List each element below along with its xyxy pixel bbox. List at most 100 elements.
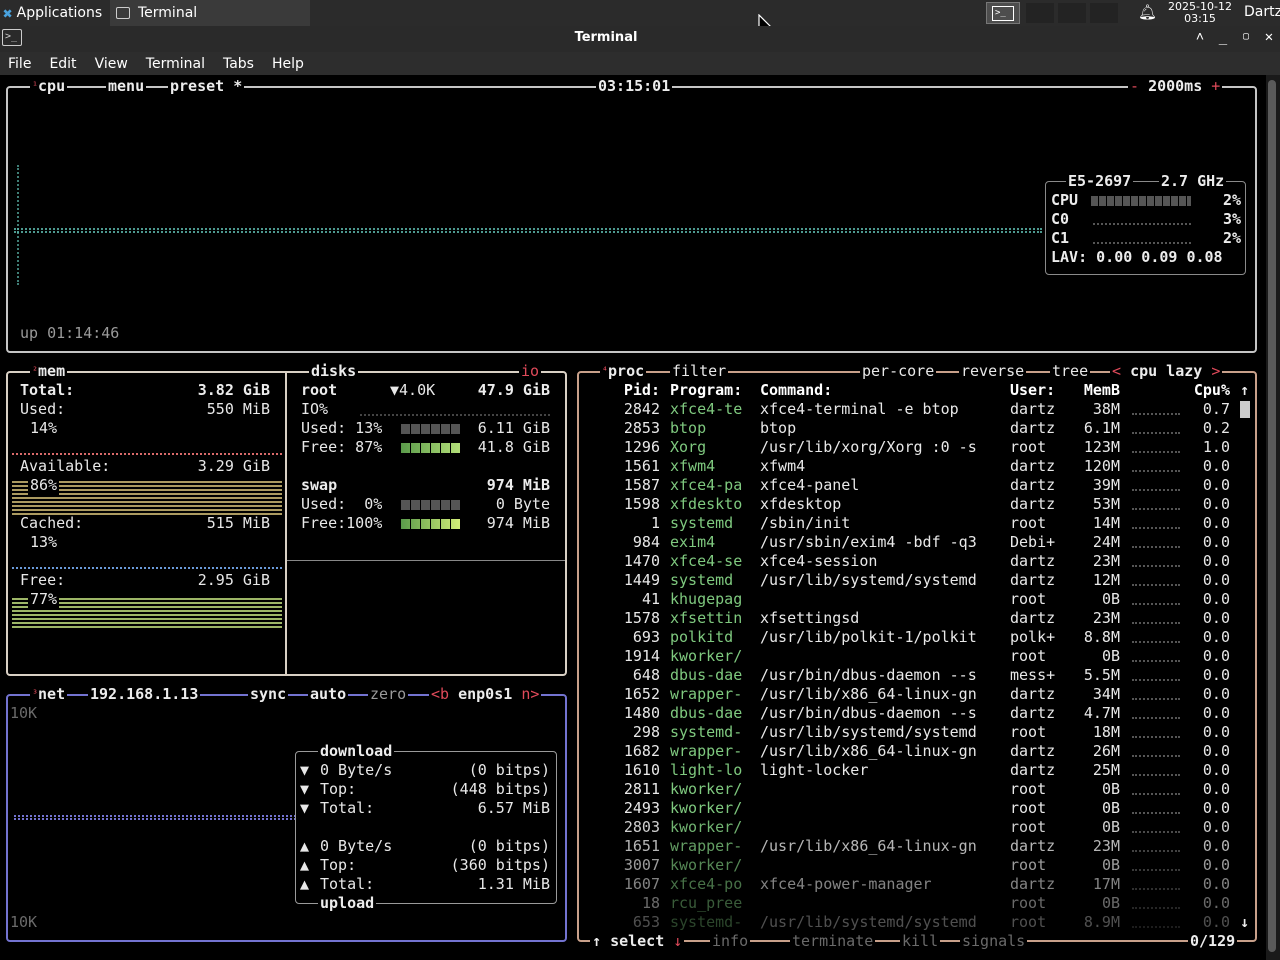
proc-program: dbus-dae [670,666,743,684]
proc-command: xfce4-panel [760,476,860,494]
proc-scroll-up-icon[interactable]: ↑ [1240,381,1249,400]
mem-total-label: Total: [20,381,75,399]
workspace-2[interactable] [1026,3,1054,23]
menu-bar: File Edit View Terminal Tabs Help [0,52,1280,75]
download-stat-value: (448 bitps) [450,780,550,798]
disk-root-label: root [301,381,338,399]
panel-clock[interactable]: 2025-10-12 03:15 [1160,1,1240,25]
proc-mem: 4.7M [1083,704,1120,722]
proc-cpu-graph [1132,527,1180,529]
proc-scroll-down-icon[interactable]: ↓ [1240,913,1249,932]
swap-free-label: Free:100% [301,514,383,532]
mem-disks-divider [285,373,287,674]
applications-label: Applications [16,5,103,21]
cpu-menu-button[interactable]: menu [106,77,147,96]
disks-io-toggle[interactable]: io [519,362,542,381]
swap-size: 974 MiB [486,476,550,494]
proc-kill-button[interactable]: kill [900,932,941,951]
proc-tree-toggle[interactable]: tree [1050,362,1091,381]
net-box-title[interactable]: ³net [30,685,68,704]
proc-cpu-graph [1132,660,1180,662]
proc-cpu-graph [1132,755,1180,757]
workspace-3[interactable] [1058,3,1086,23]
proc-terminate-button[interactable]: terminate [790,932,876,951]
col-user[interactable]: User: [1010,381,1055,400]
proc-program: kworker/ [670,799,743,817]
menu-edit[interactable]: Edit [49,56,76,72]
proc-reverse-toggle[interactable]: reverse [959,362,1027,381]
proc-cpu: 0.0 [1202,704,1230,722]
cpu-preset-button[interactable]: preset * [168,77,245,96]
interval-increase-button[interactable]: + [1211,77,1220,95]
panel-user[interactable]: Dartz [1244,4,1280,20]
menu-terminal[interactable]: Terminal [146,56,205,72]
net-auto-toggle[interactable]: auto [308,685,349,704]
proc-pid: 1610 [623,761,660,779]
maximize-button[interactable]: ▢ [1238,31,1254,42]
xfce-logo-icon: ✖ [3,3,13,23]
shade-button[interactable]: ˄ [1192,29,1208,46]
proc-cpu: 0.0 [1202,685,1230,703]
interval-decrease-button[interactable]: - [1130,77,1139,95]
scrollbar-thumb[interactable] [1268,80,1276,952]
col-pid[interactable]: Pid: [620,381,660,400]
terminal-task-icon [116,7,130,19]
proc-per-core-toggle[interactable]: per-core [860,362,937,381]
net-next-iface-button[interactable]: n> [521,685,539,703]
menu-view[interactable]: View [95,56,128,72]
disk-root-io: ▼4.0K [390,381,436,399]
net-zero-toggle[interactable]: zero [368,685,409,704]
net-interface-select[interactable]: <b enp0s1 n> [429,685,542,704]
workspace-terminal-icon[interactable]: >_ [986,2,1020,24]
sort-prev-button[interactable]: < [1112,362,1121,380]
proc-signals-button[interactable]: signals [960,932,1028,951]
proc-filter-button[interactable]: filter [670,362,729,381]
col-mem[interactable]: MemB [1070,381,1120,400]
cpu-box-title[interactable]: ¹cpu [30,77,68,96]
col-program[interactable]: Program: [670,381,742,400]
proc-cpu-graph [1132,432,1180,434]
notification-bell-icon[interactable]: 🔔︎ [1138,3,1157,21]
menu-help[interactable]: Help [272,56,304,72]
proc-cpu-graph [1132,888,1180,890]
proc-user: root [1010,818,1047,836]
col-command[interactable]: Command: [760,381,832,400]
proc-user: dartz [1010,837,1056,855]
proc-sort-select[interactable]: < cpu lazy > [1110,362,1223,381]
proc-command: xfdesktop [760,495,842,513]
proc-program: systemd [670,571,734,589]
sort-next-button[interactable]: > [1211,362,1220,380]
proc-cpu: 0.0 [1202,495,1230,513]
window-titlebar[interactable]: Terminal ˄ _ ▢ ✕ [0,26,1280,52]
proc-select-button[interactable]: select [610,932,664,950]
proc-mem: 53M [1092,495,1120,513]
menu-tabs[interactable]: Tabs [223,56,254,72]
workspace-4[interactable] [1090,3,1118,23]
proc-cpu: 0.0 [1202,723,1230,741]
proc-cpu-graph [1132,926,1180,928]
proc-box-title[interactable]: ⁴proc [600,362,647,381]
applications-menu[interactable]: ✖ Applications ⋮ [0,0,116,26]
col-cpu[interactable]: Cpu% [1180,381,1230,400]
close-button[interactable]: ✕ [1261,29,1277,45]
mem-cached-pct: 13% [30,533,58,551]
net-prev-iface-button[interactable]: <b [431,685,449,703]
menu-file[interactable]: File [8,56,31,72]
proc-cpu-graph [1132,451,1180,453]
taskbar-terminal[interactable]: Terminal [110,0,310,26]
proc-program: wrapper- [670,685,743,703]
proc-mem: 38M [1092,400,1120,418]
proc-cpu-graph [1132,470,1180,472]
proc-cpu: 1.0 [1202,438,1230,456]
proc-scrollbar-thumb[interactable] [1240,401,1250,418]
proc-info-button[interactable]: info [710,932,751,951]
mem-box-title[interactable]: ²mem [30,362,68,381]
net-sync-toggle[interactable]: sync [248,685,289,704]
minimize-button[interactable]: _ [1215,29,1231,45]
window-menu-icon[interactable]: >_ [2,29,22,46]
proc-mem: 23M [1092,552,1120,570]
disks-title[interactable]: disks [309,362,359,381]
load-average: LAV: 0.00 0.09 0.08 [1051,248,1223,266]
proc-user: dartz [1010,457,1056,475]
proc-pid: 653 [632,913,660,931]
